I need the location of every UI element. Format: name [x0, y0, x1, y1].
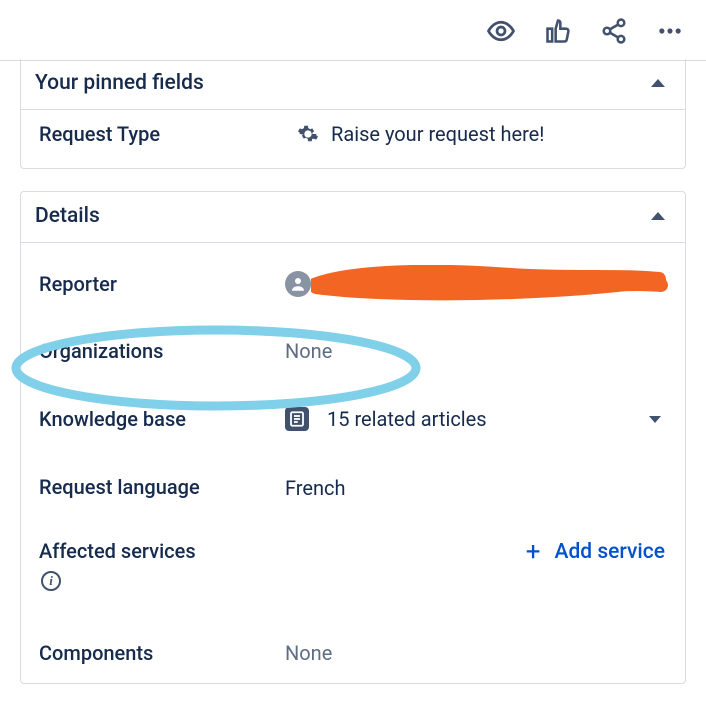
knowledge-base-label: Knowledge base — [39, 407, 285, 431]
details-panel: Details Reporter Organizations None Know… — [20, 191, 686, 684]
request-type-row: Request Type Raise your request here! — [21, 110, 685, 168]
request-type-value[interactable]: Raise your request here! — [331, 122, 669, 146]
article-icon — [285, 407, 309, 431]
components-row: Components None — [21, 615, 685, 683]
chevron-up-icon — [651, 212, 665, 220]
share-icon[interactable] — [600, 17, 628, 45]
knowledge-base-text: 15 related articles — [327, 407, 487, 431]
reporter-value[interactable] — [285, 271, 669, 297]
watch-icon[interactable] — [486, 16, 516, 46]
pinned-fields-header[interactable]: Your pinned fields — [21, 59, 685, 110]
avatar-icon — [285, 271, 311, 297]
organizations-value[interactable]: None — [285, 339, 669, 363]
chevron-up-icon — [651, 79, 665, 87]
thumbs-up-icon[interactable] — [544, 17, 572, 45]
knowledge-base-value[interactable]: 15 related articles — [285, 407, 669, 431]
affected-services-row: Affected services i + Add service — [21, 521, 685, 615]
reporter-row: Reporter — [21, 243, 685, 321]
gear-icon[interactable] — [297, 123, 331, 145]
pinned-fields-panel: Your pinned fields Request Type Raise yo… — [20, 59, 686, 169]
organizations-row: Organizations None — [21, 321, 685, 381]
request-language-label: Request language — [39, 473, 285, 501]
plus-icon: + — [526, 539, 541, 565]
request-type-label: Request Type — [39, 122, 297, 146]
organizations-label: Organizations — [39, 339, 285, 363]
request-language-value[interactable]: French — [285, 473, 669, 500]
components-label: Components — [39, 641, 285, 665]
details-header[interactable]: Details — [21, 192, 685, 243]
chevron-down-icon[interactable] — [649, 416, 661, 423]
add-service-label: Add service — [555, 540, 665, 564]
components-value[interactable]: None — [285, 641, 669, 665]
redaction-annotation — [327, 271, 669, 297]
knowledge-base-row: Knowledge base 15 related articles — [21, 381, 685, 451]
request-language-row: Request language French — [21, 451, 685, 521]
top-toolbar — [0, 0, 706, 61]
more-icon[interactable] — [656, 17, 684, 45]
reporter-label: Reporter — [39, 272, 285, 296]
affected-services-label: Affected services i — [39, 539, 285, 591]
details-title: Details — [35, 204, 100, 228]
add-service-button[interactable]: + Add service — [526, 539, 665, 565]
pinned-fields-title: Your pinned fields — [35, 71, 204, 95]
info-icon[interactable]: i — [41, 571, 61, 591]
